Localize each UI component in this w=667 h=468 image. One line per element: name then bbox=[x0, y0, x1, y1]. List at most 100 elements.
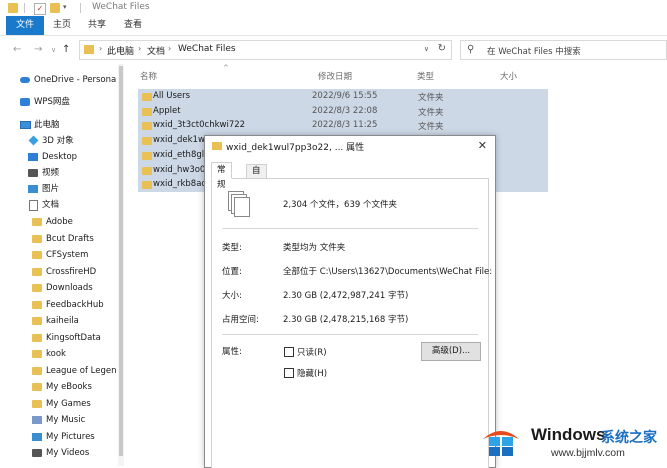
sidebar-item[interactable]: Bcut Drafts bbox=[32, 231, 116, 247]
column-header-type[interactable]: 类型 bbox=[417, 70, 434, 82]
column-header-name[interactable]: 名称 bbox=[140, 70, 157, 82]
hidden-checkbox[interactable] bbox=[284, 368, 294, 378]
sidebar-item[interactable]: My eBooks bbox=[32, 379, 116, 395]
sidebar-item[interactable]: FeedbackHub bbox=[32, 297, 116, 313]
folder-icon bbox=[142, 93, 152, 101]
sidebar-item[interactable]: 图片 bbox=[28, 181, 116, 197]
sidebar-item[interactable]: KingsoftData bbox=[32, 330, 116, 346]
sidebar-item[interactable]: 文档 bbox=[28, 197, 116, 213]
back-arrow-icon[interactable]: ← bbox=[13, 44, 21, 55]
sidebar-item[interactable]: My Videos bbox=[32, 445, 116, 461]
sidebar-item[interactable]: CrossfireHD bbox=[32, 264, 116, 280]
sidebar-item-label: My Music bbox=[46, 415, 86, 425]
folder-icon bbox=[142, 181, 152, 190]
folder-icon bbox=[32, 300, 42, 309]
attributes-label: 属性: bbox=[222, 347, 242, 357]
tab-file[interactable]: 文件 bbox=[6, 16, 45, 35]
tab-home[interactable]: 主页 bbox=[45, 16, 79, 35]
breadcrumb-separator-icon[interactable]: › bbox=[168, 44, 171, 53]
sidebar-item[interactable]: Adobe bbox=[32, 214, 116, 230]
close-icon[interactable]: ✕ bbox=[478, 139, 487, 152]
file-date: 2022/9/6 15:55 bbox=[312, 91, 378, 101]
sidebar-item[interactable]: kook bbox=[32, 346, 116, 362]
file-row[interactable]: wxid_3t3ct0chkwi722 2022/8/3 11:25 文件夹 bbox=[138, 118, 548, 134]
sidebar-item[interactable]: 视频 bbox=[28, 165, 116, 181]
folder-icon bbox=[32, 317, 42, 325]
column-header-size[interactable]: 大小 bbox=[500, 70, 517, 82]
breadcrumb-separator-icon[interactable]: › bbox=[99, 44, 102, 53]
new-folder-icon[interactable] bbox=[50, 3, 60, 13]
refresh-icon[interactable]: ↻ bbox=[438, 43, 446, 54]
address-bar[interactable]: › 此电脑 › 文档 › WeChat Files ∨ ↻ bbox=[79, 40, 452, 60]
readonly-label[interactable]: 只读(R) bbox=[297, 346, 327, 358]
sidebar-item[interactable]: My Games bbox=[32, 396, 116, 412]
properties-check-icon[interactable]: ✓ bbox=[34, 3, 46, 15]
file-name: Applet bbox=[153, 105, 181, 116]
sidebar-item[interactable]: My Music bbox=[32, 412, 116, 428]
sidebar-item-label: 3D 对象 bbox=[42, 136, 74, 146]
sidebar-item[interactable]: 此电脑 bbox=[20, 117, 116, 133]
folder-icon[interactable] bbox=[8, 3, 18, 13]
sidebar-item[interactable]: League of Legen bbox=[32, 363, 116, 379]
sidebar-item[interactable]: kaiheila bbox=[32, 313, 116, 329]
navigation-pane: OneDrive - Persona WPS网盘此电脑 3D 对象 Desktop 视频… bbox=[0, 64, 118, 466]
doc-icon bbox=[29, 200, 38, 211]
size-on-disk-label: 占用空间: bbox=[222, 315, 259, 325]
file-name: wxid_rkb8adi bbox=[153, 179, 210, 190]
folder-icon bbox=[142, 122, 152, 131]
watermark: Windows 系统之家 www.bjjmlv.com bbox=[477, 413, 667, 466]
general-panel: 2,304 个文件，639 个文件夹 类型: 类型均为 文件夹 位置: 全部位于… bbox=[211, 178, 492, 468]
readonly-checkbox[interactable] bbox=[284, 347, 294, 357]
sidebar-item[interactable]: Downloads bbox=[32, 280, 116, 296]
recent-locations-chevron-icon[interactable]: ∨ bbox=[51, 46, 56, 54]
sidebar-scrollbar-thumb[interactable] bbox=[119, 66, 123, 456]
sidebar-item-label: 此电脑 bbox=[34, 120, 60, 130]
breadcrumb-wechat-files[interactable]: WeChat Files bbox=[178, 44, 236, 54]
column-header-date[interactable]: 修改日期 bbox=[318, 70, 352, 82]
search-box[interactable]: ⚲ 在 WeChat Files 中搜索 bbox=[460, 40, 667, 60]
breadcrumb-separator-icon[interactable]: › bbox=[138, 44, 141, 53]
sidebar-item-label: Bcut Drafts bbox=[46, 233, 94, 244]
sidebar-item-label: WPS网盘 bbox=[34, 97, 70, 107]
window-title: WeChat Files bbox=[92, 2, 150, 12]
up-arrow-icon[interactable]: ↑ bbox=[62, 44, 70, 55]
sidebar-item-label: CFSystem bbox=[46, 250, 89, 260]
wps-icon bbox=[20, 98, 30, 106]
breadcrumb-documents[interactable]: 文档 bbox=[147, 44, 165, 57]
tab-view[interactable]: 查看 bbox=[116, 16, 150, 35]
hidden-label[interactable]: 隐藏(H) bbox=[297, 367, 327, 379]
location-label: 位置: bbox=[222, 267, 242, 277]
sidebar-item[interactable]: Desktop bbox=[28, 149, 116, 165]
divider bbox=[222, 334, 478, 335]
type-value: 类型均为 文件夹 bbox=[283, 243, 346, 253]
address-dropdown-icon[interactable]: ∨ bbox=[424, 45, 429, 53]
sidebar-item-label: My Videos bbox=[46, 448, 90, 458]
sidebar-item[interactable]: CFSystem bbox=[32, 247, 116, 263]
size-value: 2.30 GB (2,472,987,241 字节) bbox=[283, 291, 409, 301]
folder-icon bbox=[32, 218, 42, 226]
sidebar-item[interactable]: My Pictures bbox=[32, 429, 116, 445]
file-row[interactable]: Applet 2022/8/3 22:08 文件夹 bbox=[138, 103, 548, 119]
file-type: 文件夹 bbox=[418, 107, 444, 118]
forward-arrow-icon[interactable]: → bbox=[34, 44, 42, 55]
sidebar-item[interactable]: WPS网盘 bbox=[20, 94, 116, 110]
sidebar-item-label: My Games bbox=[46, 398, 91, 409]
file-type: 文件夹 bbox=[418, 93, 444, 103]
tab-general[interactable]: 常规 bbox=[211, 162, 232, 190]
tab-share[interactable]: 共享 bbox=[80, 16, 114, 35]
sidebar-item[interactable]: OneDrive - Persona bbox=[20, 72, 116, 88]
folder-icon bbox=[32, 366, 42, 375]
watermark-chinese: 系统之家 bbox=[601, 430, 657, 446]
file-name: wxid_dek1wu bbox=[153, 135, 211, 146]
folder-icon bbox=[212, 142, 222, 150]
watermark-url: www.bjjmlv.com bbox=[551, 447, 625, 459]
file-name: wxid_eth8glu bbox=[153, 149, 210, 160]
advanced-button[interactable]: 高级(D)... bbox=[421, 342, 481, 361]
file-row[interactable]: All Users 2022/9/6 15:55 文件夹 bbox=[138, 89, 548, 104]
tab-custom[interactable]: 自定义 bbox=[246, 164, 267, 202]
breadcrumb-this-pc[interactable]: 此电脑 bbox=[107, 44, 134, 57]
sidebar-item[interactable]: 3D 对象 bbox=[28, 133, 116, 149]
file-count-summary: 2,304 个文件，639 个文件夹 bbox=[283, 200, 397, 210]
size-label: 大小: bbox=[222, 291, 242, 301]
customize-quick-access-icon[interactable]: ▾ bbox=[63, 3, 73, 13]
